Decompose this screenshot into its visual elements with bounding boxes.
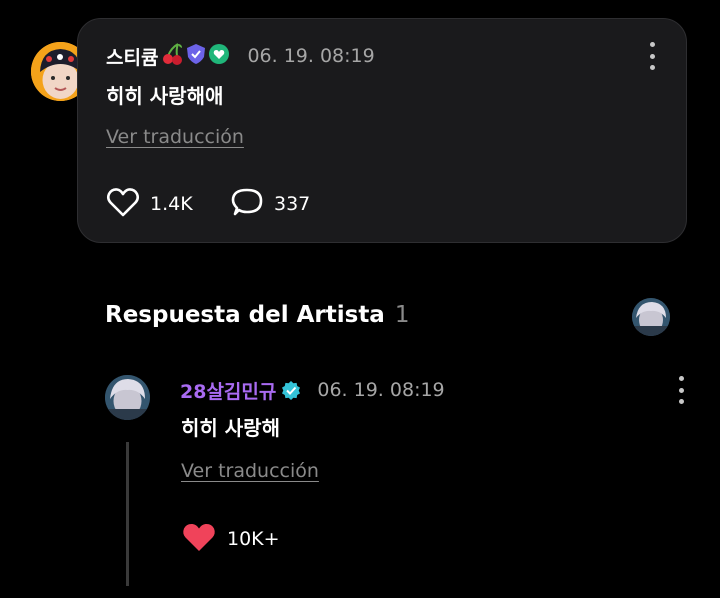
post-like-button[interactable]: 1.4K: [106, 186, 193, 222]
post-header: 스티큠 06. 19. 08:19: [106, 40, 375, 72]
artist-reply-section-title: Respuesta del Artista 1: [105, 302, 409, 328]
post-username[interactable]: 스티큠: [106, 43, 158, 70]
reply-thread-line: [126, 442, 129, 586]
post-like-count: 1.4K: [150, 193, 193, 215]
artist-username[interactable]: 28살김민규: [180, 377, 276, 404]
weverse-comment-page: 스티큠 06. 19. 08:19 히히 사랑해애 Ver traducción…: [0, 0, 720, 598]
post-timestamp: 06. 19. 08:19: [247, 45, 375, 67]
heart-outline-icon: [106, 186, 140, 222]
post-translate-link[interactable]: Ver traducción: [106, 126, 244, 148]
verified-check-icon: [281, 380, 301, 400]
post-more-options-icon[interactable]: [647, 42, 657, 70]
comment-bubble-icon: [230, 186, 264, 222]
post-comment-button[interactable]: 337: [230, 186, 310, 222]
reply-like-button[interactable]: 10K+: [181, 521, 280, 557]
shield-badge-icon: [185, 43, 207, 69]
artist-reply-count: 1: [394, 302, 410, 328]
artist-avatar[interactable]: [105, 375, 150, 420]
reply-header: 28살김민규 06. 19. 08:19: [180, 374, 445, 406]
reply-text: 히히 사랑해: [181, 416, 280, 440]
post-text: 히히 사랑해애: [106, 84, 224, 108]
section-title-label: Respuesta del Artista: [105, 302, 385, 328]
artist-avatar-small[interactable]: [632, 298, 670, 336]
reply-like-count: 10K+: [227, 528, 280, 550]
reply-translate-link[interactable]: Ver traducción: [181, 460, 319, 482]
user-badges: [162, 42, 231, 70]
cherry-icon: [162, 42, 184, 70]
heart-filled-icon: [181, 521, 217, 557]
heart-badge-icon: [208, 43, 230, 69]
reply-more-options-icon[interactable]: [676, 376, 686, 404]
reply-timestamp: 06. 19. 08:19: [317, 379, 445, 401]
post-comment-count: 337: [274, 193, 311, 215]
